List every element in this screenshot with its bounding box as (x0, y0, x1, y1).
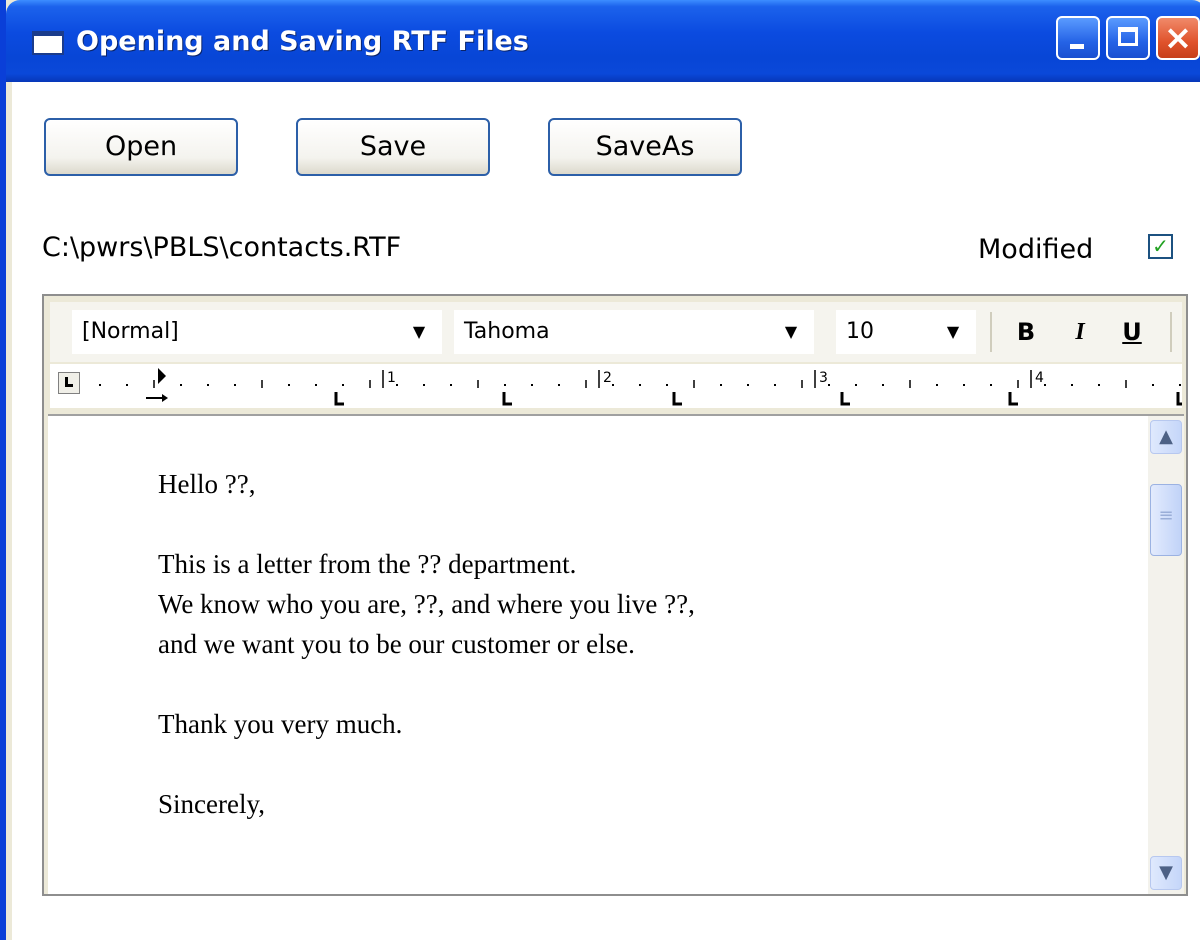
scroll-down-button[interactable]: ▼ (1150, 856, 1182, 890)
ruler-label: 1 (387, 370, 396, 386)
application-window: Opening and Saving RTF Files × Open Save… (0, 0, 1200, 940)
ruler-scale: 1 2 3 4 (99, 368, 1182, 406)
toolbar-separator (990, 312, 992, 352)
tab-stop-icon[interactable] (1176, 392, 1182, 406)
underline-button[interactable]: U (1114, 314, 1150, 350)
window-icon (32, 31, 64, 55)
chevron-down-icon: ▼ (1159, 862, 1173, 883)
document-line: We know who you are, ??, and where you l… (158, 589, 695, 619)
scroll-up-button[interactable]: ▲ (1150, 420, 1182, 454)
maximize-button[interactable] (1106, 16, 1150, 60)
font-size-dropdown[interactable]: 10 ▼ (836, 310, 976, 354)
document-area[interactable]: Hello ??, This is a letter from the ?? de… (48, 414, 1184, 894)
tab-stop-icon[interactable] (672, 392, 682, 406)
tab-stop-icon[interactable] (840, 392, 850, 406)
bold-button[interactable]: B (1008, 314, 1044, 350)
tab-stop-icon[interactable] (1008, 392, 1018, 406)
ruler-label: 4 (1035, 370, 1044, 386)
ruler-label: 2 (603, 370, 612, 386)
document-text[interactable]: Hello ??, This is a letter from the ?? de… (158, 464, 1058, 824)
ruler[interactable]: 1 2 3 4 (50, 364, 1182, 408)
close-button[interactable]: × (1156, 16, 1200, 60)
vertical-scrollbar[interactable]: ▲ ▼ (1148, 416, 1184, 894)
left-indent-icon[interactable] (162, 394, 168, 402)
font-dropdown[interactable]: Tahoma ▼ (454, 310, 814, 354)
save-button[interactable]: Save (296, 118, 490, 176)
format-toolbar: [Normal] ▼ Tahoma ▼ 10 ▼ B I U (50, 302, 1182, 362)
window-title: Opening and Saving RTF Files (76, 26, 529, 57)
scrollbar-thumb[interactable] (1150, 484, 1182, 556)
tab-stop-icon[interactable] (502, 392, 512, 406)
minimize-button[interactable] (1056, 16, 1100, 60)
document-line: Thank you very much. (158, 709, 403, 739)
saveas-button[interactable]: SaveAs (548, 118, 742, 176)
italic-button[interactable]: I (1062, 314, 1098, 350)
close-icon: × (1163, 18, 1193, 58)
check-icon: ✓ (1152, 234, 1169, 258)
modified-label: Modified (978, 234, 1094, 265)
modified-checkbox[interactable]: ✓ (1148, 234, 1173, 259)
first-line-indent-marker[interactable] (158, 368, 166, 384)
open-button[interactable]: Open (44, 118, 238, 176)
chevron-down-icon: ▼ (784, 322, 798, 341)
document-line: and we want you to be our customer or el… (158, 629, 635, 659)
ruler-label: 3 (819, 370, 828, 386)
style-dropdown[interactable]: [Normal] ▼ (72, 310, 442, 354)
chevron-down-icon: ▼ (412, 322, 426, 341)
chevron-down-icon: ▼ (946, 322, 960, 341)
chevron-up-icon: ▲ (1159, 426, 1173, 447)
title-bar[interactable]: Opening and Saving RTF Files × (6, 0, 1200, 82)
file-path-label: C:\pwrs\PBLS\contacts.RTF (42, 232, 402, 263)
document-line: This is a letter from the ?? department. (158, 549, 577, 579)
minimize-icon (1070, 44, 1084, 49)
toolbar-separator (1170, 312, 1172, 352)
maximize-icon (1118, 27, 1138, 46)
document-line: Hello ??, (158, 469, 256, 499)
font-value: Tahoma (464, 319, 550, 344)
document-line: Sincerely, (158, 789, 265, 819)
rich-text-editor: [Normal] ▼ Tahoma ▼ 10 ▼ B I U 1 2 3 4 H… (42, 294, 1188, 896)
tab-stop-icon[interactable] (334, 392, 344, 406)
font-size-value: 10 (846, 319, 874, 344)
style-value: [Normal] (82, 319, 179, 344)
